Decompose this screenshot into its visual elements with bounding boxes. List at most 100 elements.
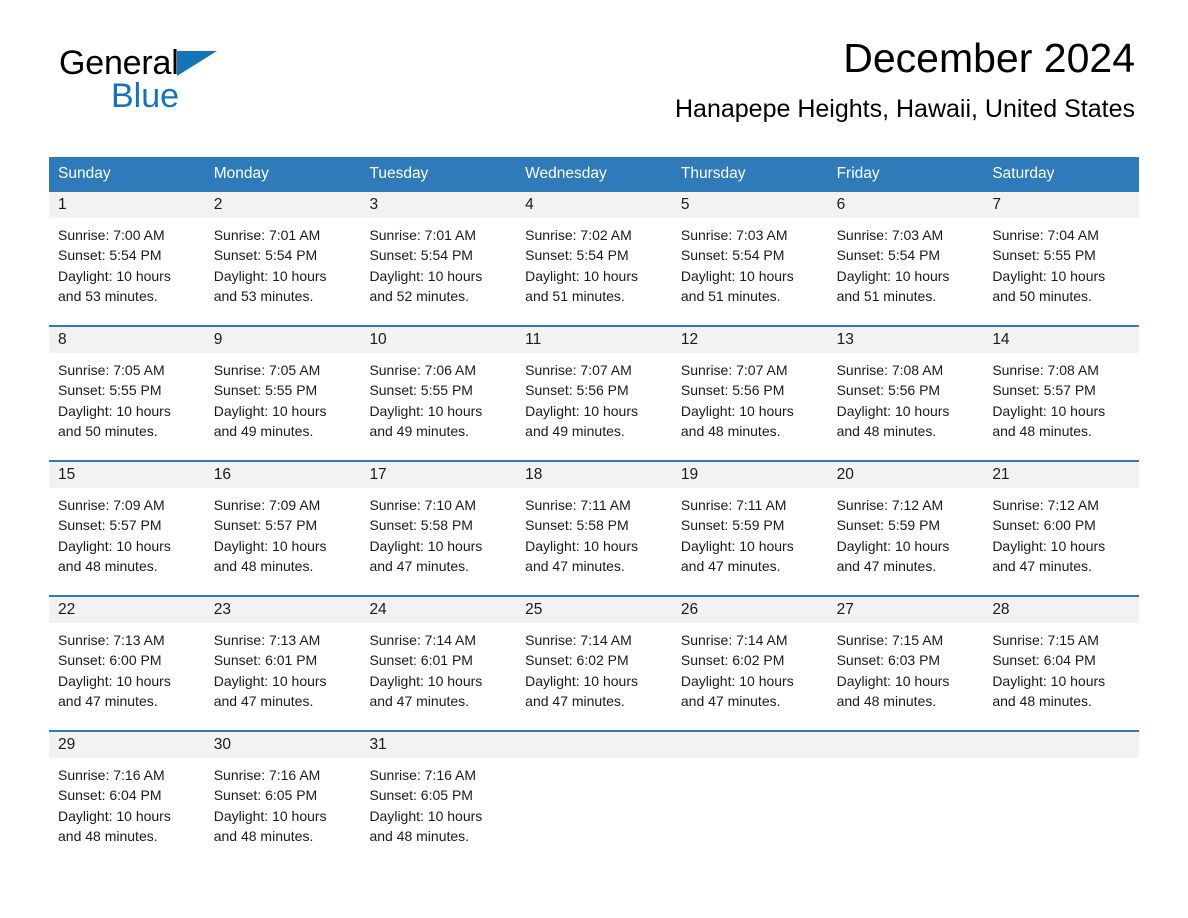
day-cell[interactable]: 22 Sunrise: 7:13 AM Sunset: 6:00 PM Dayl… xyxy=(49,597,205,730)
calendar-page: General Blue December 2024 Hanapepe Heig… xyxy=(0,0,1188,918)
sunrise-text: Sunrise: 7:12 AM xyxy=(992,497,1099,513)
sunset-text: Sunset: 5:58 PM xyxy=(369,517,473,534)
day-cell[interactable]: 25 Sunrise: 7:14 AM Sunset: 6:02 PM Dayl… xyxy=(516,597,672,730)
day-cell[interactable]: 31 Sunrise: 7:16 AM Sunset: 6:05 PM Dayl… xyxy=(360,732,517,865)
day-number: 23 xyxy=(213,601,231,618)
day-cell[interactable]: 2 Sunrise: 7:01 AM Sunset: 5:54 PM Dayli… xyxy=(204,192,361,325)
day-number-band: 17 xyxy=(360,462,517,488)
sunrise-text: Sunrise: 7:11 AM xyxy=(680,497,787,513)
sunset-text: Sunset: 6:01 PM xyxy=(369,652,473,669)
daylight-text: Daylight: 10 hours and 53 minutes. xyxy=(213,267,327,304)
sunset-text: Sunset: 6:04 PM xyxy=(58,787,162,804)
calendar-grid: Sunday Monday Tuesday Wednesday Thursday… xyxy=(49,157,1140,865)
day-cell[interactable]: 6 Sunrise: 7:03 AM Sunset: 5:54 PM Dayli… xyxy=(827,192,984,325)
day-info: Sunrise: 7:07 AM Sunset: 5:56 PM Dayligh… xyxy=(516,353,672,441)
day-cell[interactable]: 26 Sunrise: 7:14 AM Sunset: 6:02 PM Dayl… xyxy=(671,597,828,730)
daylight-text: Daylight: 10 hours and 47 minutes. xyxy=(680,537,794,574)
day-info: Sunrise: 7:11 AM Sunset: 5:59 PM Dayligh… xyxy=(672,488,828,576)
sunrise-text: Sunrise: 7:03 AM xyxy=(680,227,788,243)
day-info: Sunrise: 7:03 AM Sunset: 5:54 PM Dayligh… xyxy=(672,218,828,306)
day-cell[interactable]: 21 Sunrise: 7:12 AM Sunset: 6:00 PM Dayl… xyxy=(983,462,1140,595)
sunrise-text: Sunrise: 7:02 AM xyxy=(525,227,632,243)
day-number-band: 23 xyxy=(204,597,361,623)
sunrise-text: Sunrise: 7:05 AM xyxy=(213,362,321,378)
day-cell[interactable]: 30 Sunrise: 7:16 AM Sunset: 6:05 PM Dayl… xyxy=(204,732,361,865)
day-cell[interactable]: 14 Sunrise: 7:08 AM Sunset: 5:57 PM Dayl… xyxy=(983,327,1140,460)
day-cell[interactable]: 23 Sunrise: 7:13 AM Sunset: 6:01 PM Dayl… xyxy=(204,597,361,730)
day-number-band: 8 xyxy=(49,327,205,353)
daylight-text: Daylight: 10 hours and 48 minutes. xyxy=(213,537,327,574)
day-cell[interactable]: 17 Sunrise: 7:10 AM Sunset: 5:58 PM Dayl… xyxy=(360,462,517,595)
day-number: 25 xyxy=(525,601,543,618)
day-number: 28 xyxy=(992,601,1010,618)
day-number-band: 11 xyxy=(516,327,672,353)
day-number-band xyxy=(516,732,672,758)
day-number: 17 xyxy=(369,466,387,483)
day-number-band: 21 xyxy=(983,462,1140,488)
day-number-band: 18 xyxy=(516,462,672,488)
sunset-text: Sunset: 5:54 PM xyxy=(369,247,473,264)
sunrise-text: Sunrise: 7:04 AM xyxy=(992,227,1099,243)
brand-logo[interactable]: General Blue xyxy=(59,44,359,115)
day-info: Sunrise: 7:13 AM Sunset: 6:01 PM Dayligh… xyxy=(205,623,361,711)
day-cell[interactable]: 7 Sunrise: 7:04 AM Sunset: 5:55 PM Dayli… xyxy=(983,192,1140,325)
day-cell[interactable]: 11 Sunrise: 7:07 AM Sunset: 5:56 PM Dayl… xyxy=(516,327,672,460)
day-number-band: 1 xyxy=(49,192,205,218)
day-info: Sunrise: 7:14 AM Sunset: 6:01 PM Dayligh… xyxy=(360,623,516,711)
day-number-band: 16 xyxy=(204,462,361,488)
day-number-band: 10 xyxy=(360,327,517,353)
day-cell[interactable]: 13 Sunrise: 7:08 AM Sunset: 5:56 PM Dayl… xyxy=(827,327,984,460)
day-number: 22 xyxy=(58,601,76,618)
day-number-band: 15 xyxy=(49,462,205,488)
day-info: Sunrise: 7:16 AM Sunset: 6:05 PM Dayligh… xyxy=(360,758,516,846)
day-info: Sunrise: 7:03 AM Sunset: 5:54 PM Dayligh… xyxy=(828,218,984,306)
day-info: Sunrise: 7:02 AM Sunset: 5:54 PM Dayligh… xyxy=(516,218,672,306)
day-cell[interactable]: 15 Sunrise: 7:09 AM Sunset: 5:57 PM Dayl… xyxy=(49,462,205,595)
sunset-text: Sunset: 6:00 PM xyxy=(58,652,162,669)
day-cell[interactable]: 19 Sunrise: 7:11 AM Sunset: 5:59 PM Dayl… xyxy=(671,462,828,595)
day-cell[interactable]: 5 Sunrise: 7:03 AM Sunset: 5:54 PM Dayli… xyxy=(671,192,828,325)
sunset-text: Sunset: 5:54 PM xyxy=(680,247,785,264)
day-cell[interactable]: 9 Sunrise: 7:05 AM Sunset: 5:55 PM Dayli… xyxy=(204,327,361,460)
day-cell[interactable]: 29 Sunrise: 7:16 AM Sunset: 6:04 PM Dayl… xyxy=(49,732,205,865)
day-number: 11 xyxy=(525,331,542,348)
daylight-text: Daylight: 10 hours and 48 minutes. xyxy=(680,402,794,439)
day-number: 18 xyxy=(525,466,543,483)
day-cell[interactable]: 18 Sunrise: 7:11 AM Sunset: 5:58 PM Dayl… xyxy=(516,462,672,595)
daylight-text: Daylight: 10 hours and 51 minutes. xyxy=(525,267,638,304)
day-number: 13 xyxy=(836,331,854,348)
day-cell[interactable]: 1 Sunrise: 7:00 AM Sunset: 5:54 PM Dayli… xyxy=(49,192,205,325)
day-number-band: 2 xyxy=(204,192,361,218)
sunrise-text: Sunrise: 7:10 AM xyxy=(369,497,477,513)
day-cell[interactable]: 16 Sunrise: 7:09 AM Sunset: 5:57 PM Dayl… xyxy=(204,462,361,595)
sunrise-text: Sunrise: 7:03 AM xyxy=(836,227,944,243)
day-cell[interactable]: 27 Sunrise: 7:15 AM Sunset: 6:03 PM Dayl… xyxy=(827,597,984,730)
sunset-text: Sunset: 5:54 PM xyxy=(58,247,162,264)
day-cell[interactable]: 8 Sunrise: 7:05 AM Sunset: 5:55 PM Dayli… xyxy=(49,327,205,460)
day-cell[interactable]: 24 Sunrise: 7:14 AM Sunset: 6:01 PM Dayl… xyxy=(360,597,517,730)
daylight-text: Daylight: 10 hours and 48 minutes. xyxy=(992,402,1106,439)
daylight-text: Daylight: 10 hours and 48 minutes. xyxy=(58,807,171,844)
day-number-band: 5 xyxy=(671,192,828,218)
day-info: Sunrise: 7:12 AM Sunset: 6:00 PM Dayligh… xyxy=(983,488,1139,576)
day-number-band: 24 xyxy=(360,597,517,623)
sunrise-text: Sunrise: 7:16 AM xyxy=(369,767,477,783)
day-cell[interactable]: 10 Sunrise: 7:06 AM Sunset: 5:55 PM Dayl… xyxy=(360,327,517,460)
week-row: 22 Sunrise: 7:13 AM Sunset: 6:00 PM Dayl… xyxy=(49,595,1140,730)
day-cell[interactable]: 20 Sunrise: 7:12 AM Sunset: 5:59 PM Dayl… xyxy=(827,462,984,595)
day-cell[interactable]: 28 Sunrise: 7:15 AM Sunset: 6:04 PM Dayl… xyxy=(983,597,1140,730)
day-cell[interactable]: 12 Sunrise: 7:07 AM Sunset: 5:56 PM Dayl… xyxy=(671,327,828,460)
day-cell[interactable]: 3 Sunrise: 7:01 AM Sunset: 5:54 PM Dayli… xyxy=(360,192,517,325)
day-number-band: 25 xyxy=(516,597,672,623)
day-cell[interactable]: 4 Sunrise: 7:02 AM Sunset: 5:54 PM Dayli… xyxy=(516,192,672,325)
day-info: Sunrise: 7:09 AM Sunset: 5:57 PM Dayligh… xyxy=(205,488,361,576)
sunrise-text: Sunrise: 7:14 AM xyxy=(369,632,477,648)
sunrise-text: Sunrise: 7:07 AM xyxy=(525,362,632,378)
day-number-band xyxy=(983,732,1140,758)
day-info: Sunrise: 7:10 AM Sunset: 5:58 PM Dayligh… xyxy=(360,488,516,576)
sunrise-text: Sunrise: 7:13 AM xyxy=(213,632,321,648)
sunset-text: Sunset: 5:55 PM xyxy=(213,382,318,399)
sunset-text: Sunset: 5:55 PM xyxy=(992,247,1096,264)
day-number-band: 12 xyxy=(671,327,828,353)
daylight-text: Daylight: 10 hours and 47 minutes. xyxy=(680,672,794,709)
